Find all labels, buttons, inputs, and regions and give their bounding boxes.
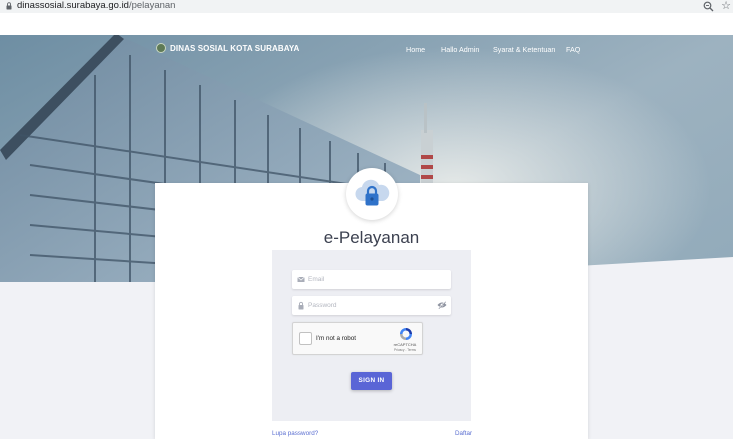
password-input[interactable]: [308, 298, 436, 313]
email-input[interactable]: [308, 272, 436, 287]
app-logo: [346, 168, 398, 220]
register-link[interactable]: Daftar: [455, 430, 472, 437]
nav-hallo-admin[interactable]: Hallo Admin: [441, 45, 479, 55]
recaptcha-logo-icon: [400, 328, 412, 340]
page-title: e-Pelayanan: [323, 228, 420, 247]
url-path: /pelayanan: [128, 0, 176, 11]
recaptcha-brand: reCAPTCHA: [393, 342, 417, 347]
recaptcha-widget: I'm not a robot reCAPTCHA Privacy - Term…: [292, 322, 423, 355]
sign-in-button[interactable]: SIGN IN: [351, 372, 392, 390]
url-host: dinassosial.surabaya.go.id: [17, 0, 129, 11]
nav-faq[interactable]: FAQ: [566, 45, 580, 55]
zoom-icon[interactable]: [703, 1, 714, 12]
nav-home[interactable]: Home: [406, 45, 425, 55]
lock-icon: [298, 301, 304, 310]
url-bar[interactable]: dinassosial.surabaya.go.id/pelayanan: [17, 0, 175, 12]
forgot-password-link[interactable]: Lupa password?: [272, 430, 318, 437]
envelope-icon: [297, 276, 305, 282]
browser-address-bar: dinassosial.surabaya.go.id/pelayanan ☆: [0, 0, 733, 13]
eye-slash-icon[interactable]: [437, 301, 447, 309]
lock-icon: [6, 2, 12, 10]
recaptcha-label: I'm not a robot: [316, 335, 357, 342]
email-field[interactable]: [292, 270, 451, 289]
main-nav: Home Hallo Admin Syarat & Ketentuan FAQ: [0, 45, 733, 55]
password-field[interactable]: [292, 296, 451, 315]
star-icon[interactable]: ☆: [720, 0, 732, 12]
nav-syarat-ketentuan[interactable]: Syarat & Ketentuan: [493, 45, 555, 55]
cloud-lock-icon: [355, 179, 390, 206]
recaptcha-checkbox[interactable]: [299, 332, 312, 345]
page-top-strip: [0, 13, 733, 35]
recaptcha-terms[interactable]: Privacy - Terms: [388, 348, 422, 352]
